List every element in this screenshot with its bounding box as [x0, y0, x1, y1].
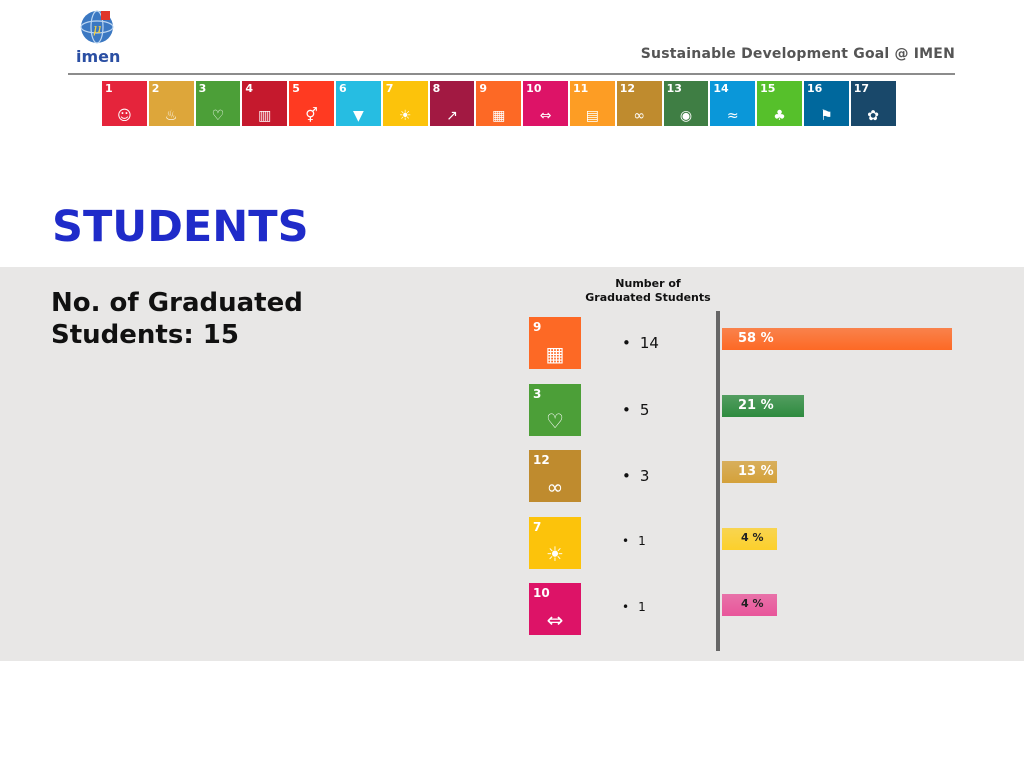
header-title: Sustainable Development Goal @ IMEN — [640, 46, 955, 62]
logo-text: imen — [76, 47, 121, 66]
sdg-tile-6: 6 ▼ — [335, 81, 381, 126]
sdg-tile-14: 14 ≈ — [710, 81, 756, 126]
sdg-tile-number: 3 — [198, 82, 207, 95]
eye-icon: ◉ — [679, 108, 693, 124]
infinity-icon: ∞ — [633, 108, 645, 124]
sdg-tile-1: 1 ☺ — [102, 81, 147, 126]
sdg-tile-number: 9 — [479, 82, 488, 95]
sdg-tile-16: 16 ⚑ — [803, 81, 849, 126]
sdg-tile-number: 14 — [713, 82, 729, 95]
gender-icon: ⚥ — [305, 108, 318, 124]
sdg-tile-number: 2 — [151, 82, 160, 95]
sdg-tile-number: 11 — [572, 82, 589, 95]
sdg-goals-strip: 1 ☺ 2 ♨ 3 ♡ 4 ▥ 5 ⚥ 6 ▼ 7 ☀ 8 ↗ 9 ▦ 10 ⇔ 11 ▤ 12 ∞ 13 ◉ 14 ≈15 ♣ 16 ⚑ 1… — [102, 81, 896, 126]
cubes-icon: ▦ — [492, 108, 506, 124]
sdg-tile-17: 17 ✿ — [850, 81, 896, 126]
chart-axis-line — [716, 311, 720, 651]
growth-chart-icon: ↗ — [446, 108, 458, 124]
heartbeat-icon: ♡ — [211, 108, 225, 124]
sdg-tile-number: 15 — [760, 82, 776, 95]
sdg-tile-number: 10 — [526, 82, 542, 95]
sdg-tile-7: 7 ☀ — [382, 81, 428, 126]
book-icon: ▥ — [258, 108, 272, 124]
sdg-tile-9: 9 ▦ — [476, 81, 522, 126]
sdg-tile-4: 4 ▥ — [242, 81, 288, 126]
sdg-tile-number: 13 — [666, 82, 682, 95]
tree-icon: ♣ — [773, 108, 786, 124]
sdg-tile-number: 8 — [432, 82, 441, 95]
flower-icon: ✿ — [867, 108, 880, 124]
sdg-tile-13: 13 ◉ — [663, 81, 709, 126]
sdg-tile-number: 5 — [292, 82, 300, 95]
bowl-icon: ♨ — [164, 108, 178, 124]
equality-icon: ⇔ — [539, 108, 552, 124]
sdg-tile-11: 11 ▤ — [569, 81, 615, 126]
sdg-tile-number: 16 — [806, 82, 823, 95]
sdg-tile-12: 12 ∞ — [616, 81, 662, 126]
sun-power-icon: ☀ — [398, 108, 412, 124]
water-drop-icon: ▼ — [352, 108, 364, 124]
sdg-tile-number: 4 — [245, 82, 254, 95]
sdg-tile-5: 5 ⚥ — [289, 81, 334, 126]
sdg-tile-8: 8 ↗ — [429, 81, 475, 126]
sdg-tile-number: 17 — [853, 82, 870, 95]
fish-icon: ≈ — [726, 108, 739, 124]
chart-title: Number of Graduated Students — [585, 277, 711, 304]
sdg-tile-15: 15 ♣ — [757, 81, 802, 126]
sdg-tile-10: 10 ⇔ — [523, 81, 568, 126]
sdg-tile-3: 3 ♡ — [195, 81, 241, 126]
city-icon: ▤ — [585, 108, 599, 124]
sdg-tile-number: 7 — [385, 82, 394, 95]
header-divider — [68, 73, 955, 75]
svg-text:μ: μ — [93, 22, 101, 37]
sdg-tile-number: 12 — [619, 82, 636, 95]
sdg-tile-number: 6 — [338, 82, 347, 95]
people-icon: ☺ — [117, 108, 132, 124]
sdg-tile-number: 1 — [105, 82, 113, 95]
page-title: STUDENTS — [52, 202, 309, 252]
sdg-tile-2: 2 ♨ — [148, 81, 194, 126]
dove-icon: ⚑ — [820, 108, 833, 124]
graduated-count-text: No. of Graduated Students: 15 — [51, 288, 303, 350]
